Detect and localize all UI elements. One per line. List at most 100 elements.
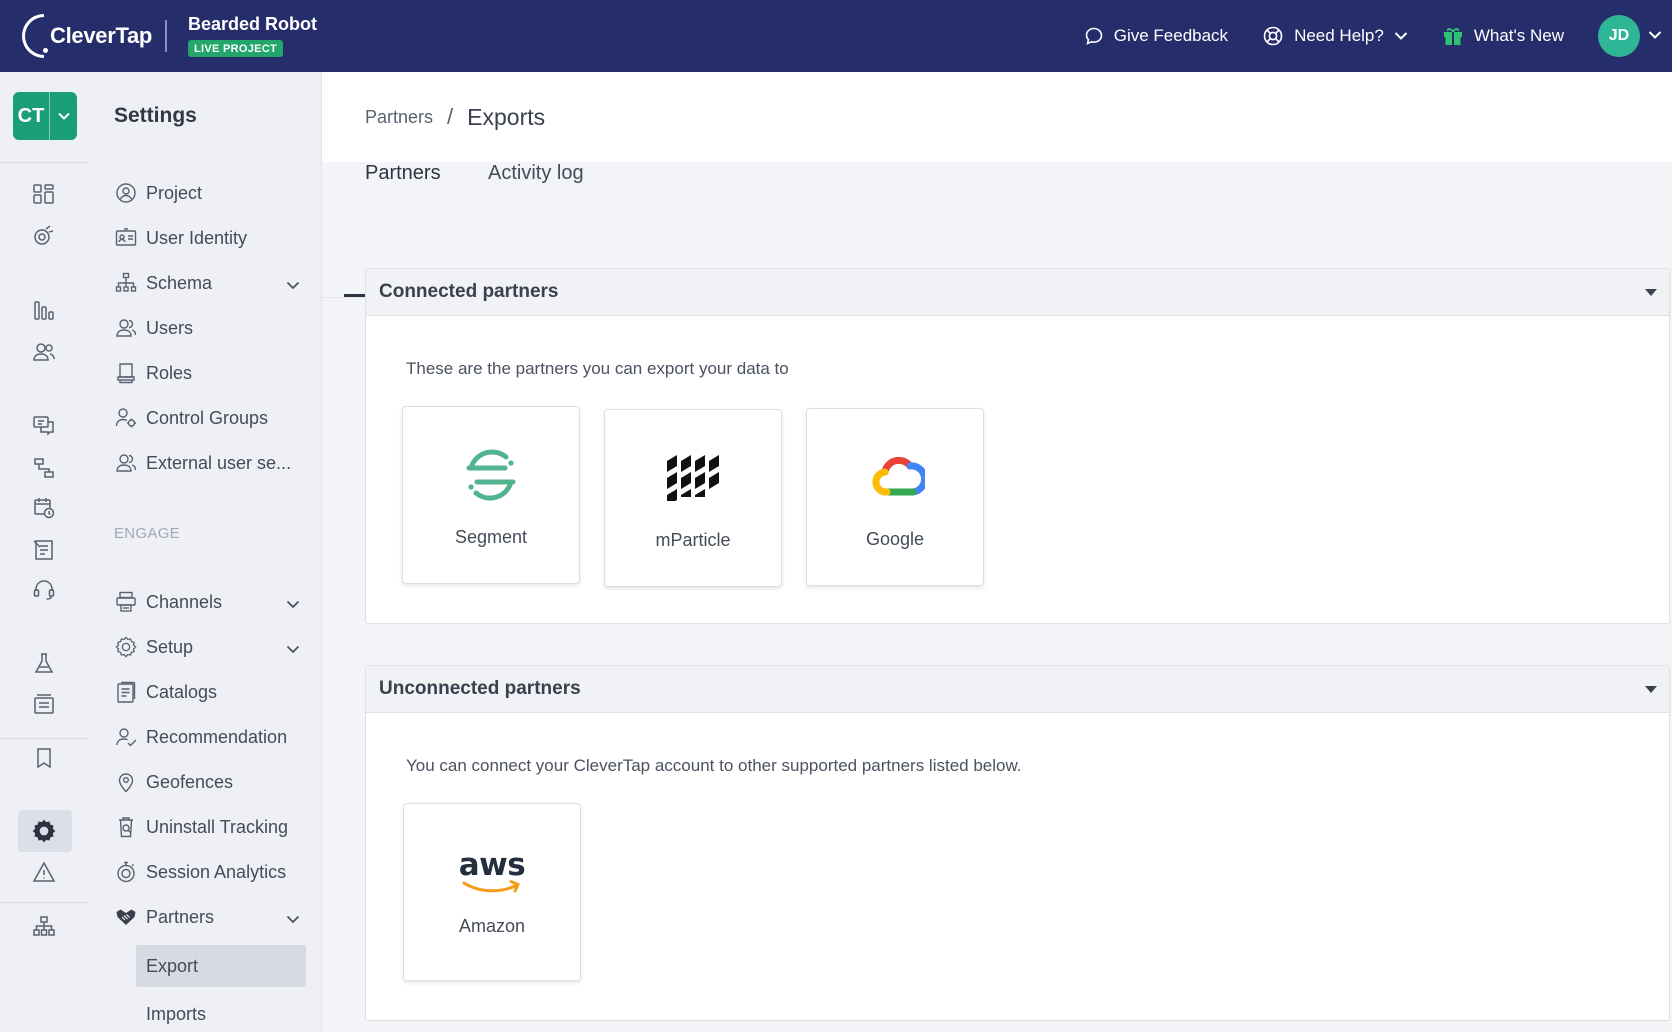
partner-card-segment[interactable]: Segment [402,406,580,584]
sidebar-item-user-identity[interactable]: User Identity [114,218,304,258]
experiments-icon[interactable] [28,648,60,680]
sidebar-item-control-groups[interactable]: Control Groups [114,398,304,438]
sidebar-subitem-label: Imports [146,1003,207,1024]
user-menu[interactable]: JD [1598,15,1662,57]
connected-partners-panel: Connected partners These are the partner… [365,268,1670,624]
sidebar-item-label: External user se... [146,452,292,473]
page-title: Exports [467,103,546,130]
sidebar-item-external-user-segments[interactable]: External user se... [114,443,304,483]
users-icon [114,316,138,340]
campaigns-icon[interactable] [28,534,60,566]
bookmark-icon[interactable] [28,742,60,774]
analytics-icon[interactable] [28,294,60,326]
segments-icon[interactable] [28,220,60,252]
sidebar-item-label: Users [146,317,194,338]
sidebar-item-recommendation[interactable]: Recommendation [114,717,304,757]
project-name: Bearded Robot [188,14,318,34]
clevertap-logo[interactable]: CleverTap [22,14,152,58]
sidebar-item-partners[interactable]: Partners [114,897,304,937]
chevron-down-icon [1394,31,1408,41]
chevron-down-icon [1648,27,1662,45]
journeys-icon[interactable] [28,452,60,484]
sidebar-item-label: Recommendation [146,726,288,747]
need-help-dropdown[interactable]: Need Help? [1262,25,1408,47]
panel-title: Unconnected partners [379,678,581,699]
give-feedback-label: Give Feedback [1113,26,1229,45]
account-initials: CT [13,92,50,140]
amazon-smile-icon [462,880,520,893]
partner-name: mParticle [655,530,731,550]
settings-icon[interactable] [28,815,60,847]
handshake-icon [114,905,138,929]
lifebuoy-icon [1262,25,1284,47]
sidebar-item-channels[interactable]: Channels [114,582,304,622]
alert-icon[interactable] [28,856,60,888]
sidebar-item-label: Setup [146,636,194,657]
support-icon[interactable] [28,574,60,606]
sidebar-item-label: User Identity [146,227,248,248]
gear-icon [114,635,138,659]
messages-icon[interactable] [28,410,60,442]
sidebar-item-label: Session Analytics [146,861,287,882]
partner-name: Segment [454,527,528,547]
caret-down-icon[interactable] [1645,686,1657,693]
sidebar-item-catalogs[interactable]: Catalogs [114,672,304,712]
sidebar-item-project[interactable]: Project [114,173,304,213]
sidebar-item-roles[interactable]: Roles [114,353,304,393]
need-help-label: Need Help? [1294,26,1384,45]
chevron-down-icon [286,638,300,659]
gift-icon [1442,25,1464,47]
stopwatch-icon [114,860,138,884]
sidebar-subitem-label: Export [146,955,199,976]
rail-divider [0,162,88,163]
roles-icon [114,361,138,385]
unconnected-partners-header[interactable]: Unconnected partners [366,666,1669,713]
sidebar-subitem-imports[interactable]: Imports [136,993,306,1032]
recommendation-icon [114,725,138,749]
sidebar-item-uninstall-tracking[interactable]: Uninstall Tracking [114,807,304,847]
whats-new-button[interactable]: What's New [1442,25,1564,47]
sidebar-item-label: Catalogs [146,681,218,702]
caret-down-icon[interactable] [1645,289,1657,296]
sidebar-subitem-export[interactable]: Export [136,945,306,987]
sidebar-item-users[interactable]: Users [114,308,304,348]
users-icon[interactable] [28,336,60,368]
sidebar-item-label: Channels [146,591,223,612]
breadcrumb-separator: / [447,104,454,129]
project-switcher[interactable]: Bearded Robot LIVE PROJECT [188,14,317,57]
tab-partners[interactable]: Partners [365,162,441,208]
chevron-down-icon [286,593,300,614]
sidebar-item-schema[interactable]: Schema [114,263,304,303]
control-groups-icon [114,406,138,430]
catalog-icon[interactable] [28,688,60,720]
connected-partners-header[interactable]: Connected partners [366,269,1669,316]
account-switcher[interactable]: CT [13,92,77,140]
schema-icon [114,271,138,295]
hierarchy-icon[interactable] [28,910,60,942]
sidebar-item-label: Partners [146,906,215,927]
rail-divider [0,902,88,903]
google-cloud-logo [865,447,925,507]
partner-card-mparticle[interactable]: mParticle [604,409,782,587]
tab-activity-log[interactable]: Activity log [488,162,584,208]
partner-card-amazon[interactable]: aws Amazon [403,803,581,981]
sidebar-item-label: Uninstall Tracking [146,816,289,837]
header-divider [165,20,167,52]
breadcrumb-partners-link[interactable]: Partners [365,107,433,128]
dashboard-icon[interactable] [28,178,60,210]
partner-card-google[interactable]: Google [806,408,984,586]
breadcrumb: Partners / Exports [322,72,1672,162]
sidebar-item-label: Schema [146,272,213,293]
sidebar-item-geofences[interactable]: Geofences [114,762,304,802]
give-feedback-button[interactable]: Give Feedback [1084,26,1228,46]
whats-new-label: What's New [1473,26,1564,45]
sidebar-item-setup[interactable]: Setup [114,627,304,667]
chevron-down-icon [50,112,77,120]
sidebar-item-session-analytics[interactable]: Session Analytics [114,852,304,892]
campaign-calendar-icon[interactable] [28,492,60,524]
aws-wordmark: aws [458,847,526,883]
unconnected-partners-panel: Unconnected partners You can connect you… [365,665,1670,1021]
location-pin-icon [114,770,138,794]
partner-name: Google [865,529,925,549]
chevron-down-icon [286,908,300,929]
